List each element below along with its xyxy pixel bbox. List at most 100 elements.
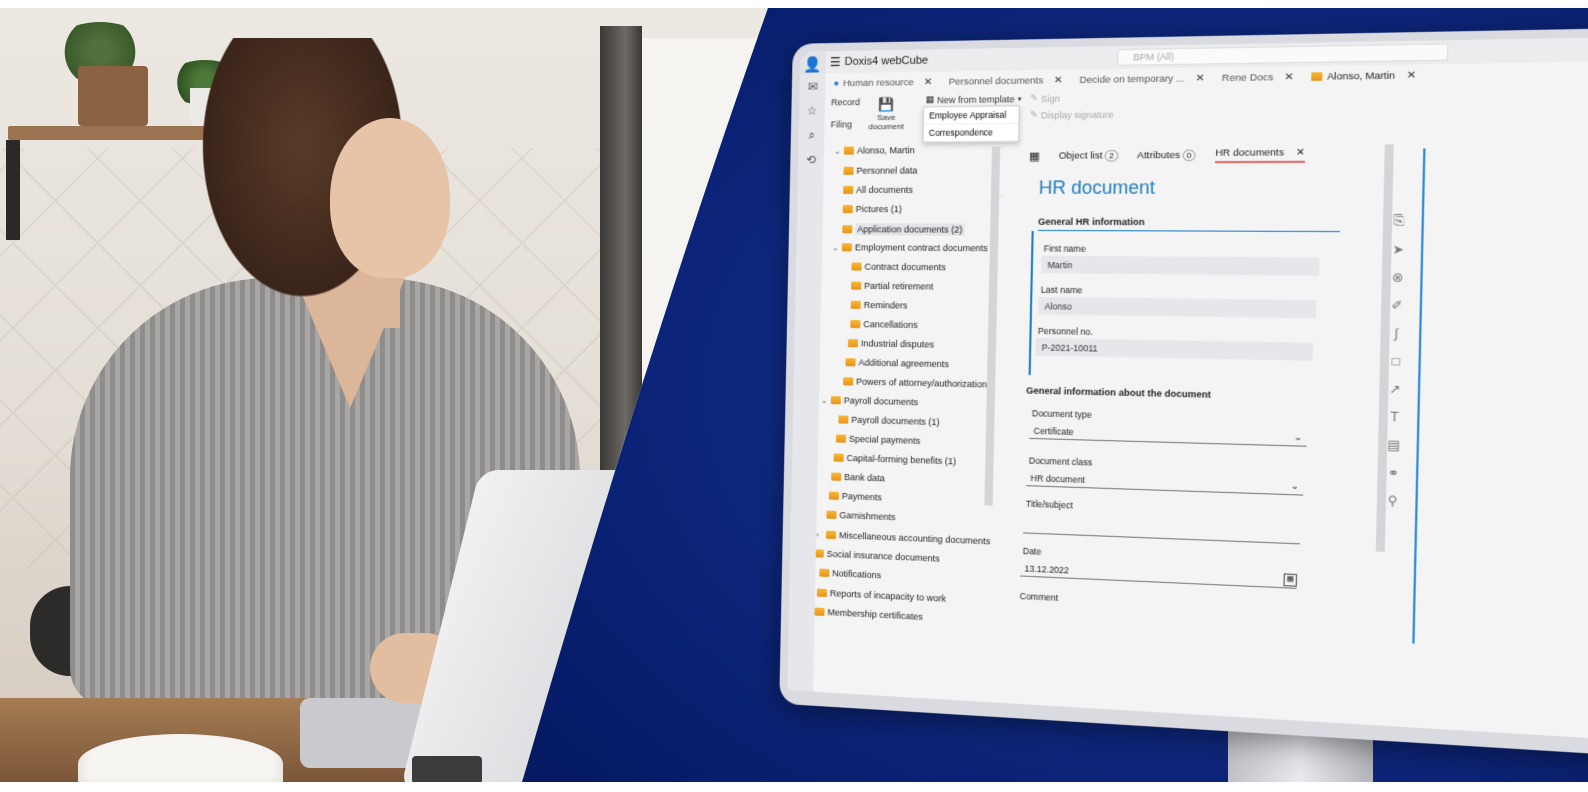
table-view-icon[interactable]: ▦ (1029, 149, 1040, 162)
record-button[interactable]: Record (831, 97, 860, 107)
document-type-select[interactable]: Certificate ⌄ (1029, 422, 1307, 447)
tree-item[interactable]: All documents (843, 185, 913, 195)
tree-label: Employment contract documents (854, 242, 988, 254)
text-icon[interactable]: T (1390, 409, 1399, 424)
close-icon[interactable]: ✕ (1054, 74, 1063, 85)
document-type-value: Certificate (1033, 425, 1074, 438)
main-tabs: ▦ Object list 2 Attributes 0 HR documents … (1029, 143, 1305, 167)
document-search-icon[interactable]: ⌕ (808, 128, 815, 143)
tree-item[interactable]: Industrial disputes (847, 338, 934, 350)
tab-hr-documents[interactable]: HR documents ✕ (1215, 146, 1305, 163)
folder-icon (842, 225, 853, 234)
tree-item[interactable]: Reports of incapacity to work (816, 588, 947, 604)
date-input[interactable]: 13.12.2022 (1020, 560, 1298, 589)
save-document-button[interactable]: 💾 Save document (868, 96, 904, 132)
menu-item-correspondence[interactable]: Correspondence (923, 123, 1019, 143)
search-input[interactable]: BPM (All) (1117, 43, 1449, 66)
chevron-down-icon[interactable]: ⌄ (834, 146, 841, 155)
close-icon[interactable]: ✕ (1284, 71, 1294, 83)
document-type-label: Document type (1031, 408, 1092, 420)
document-class-select[interactable]: HR document ⌄ (1026, 469, 1304, 496)
close-icon[interactable]: ✕ (1406, 69, 1416, 81)
tree-label: Special payments (848, 433, 921, 446)
tree-label: Pictures (1) (855, 204, 903, 215)
star-icon[interactable]: ☆ (807, 104, 818, 118)
menu-icon[interactable]: ☰ (830, 55, 841, 69)
tree-item[interactable]: Garnishments (826, 510, 896, 522)
personnel-no-value: P-2021-10011 (1041, 342, 1098, 354)
tree-label: Application documents (2) (855, 223, 965, 236)
tab-alonso-martin[interactable]: Alonso, Martin ✕ (1302, 64, 1425, 87)
main-panel: ▦ Object list 2 Attributes 0 HR documents … (1017, 142, 1375, 724)
tree-item-selected[interactable]: Application documents (2) (842, 223, 965, 236)
section-heading: General HR information (1037, 216, 1145, 228)
display-signature-button[interactable]: ✎ Display signature (1030, 109, 1114, 121)
tree-item[interactable]: Payments (828, 491, 882, 503)
calendar-icon[interactable]: ▦ (1283, 573, 1298, 587)
arrow-icon[interactable]: ↗ (1389, 382, 1401, 397)
filing-button[interactable]: Filing (831, 119, 853, 129)
tree-item[interactable]: Capital-forming benefits (1) (833, 452, 956, 466)
tab-attributes[interactable]: Attributes 0 (1137, 149, 1196, 161)
folder-icon (826, 510, 837, 519)
personnel-no-field[interactable]: P-2021-10011 (1035, 338, 1314, 361)
tree-label: Powers of attorney/authorizations (856, 376, 992, 390)
new-from-template-button[interactable]: ▦ New from template ▾ (925, 93, 1021, 105)
tree-label: Bank data (844, 471, 885, 484)
close-icon[interactable]: ✕ (1296, 146, 1305, 158)
tab-human-resource[interactable]: ● Human resource ✕ (825, 72, 940, 94)
tree-item[interactable]: Cancellations (850, 319, 918, 330)
tree-item[interactable]: ⌄Social insurance documents (813, 548, 940, 564)
tree-item[interactable]: Additional agreements (845, 357, 949, 369)
tree-item[interactable]: Partial retirement (851, 281, 933, 292)
keyboard (412, 756, 482, 782)
rectangle-icon[interactable]: □ (1392, 354, 1401, 369)
tree-item[interactable]: Powers of attorney/authorizations (843, 376, 992, 390)
tree-item[interactable]: ⌄ Employment contract documents (832, 242, 988, 253)
tree-item[interactable]: Membership certificates (814, 606, 923, 622)
inbox-icon[interactable]: ✉ (807, 79, 817, 93)
close-icon[interactable]: ✕ (924, 76, 933, 87)
history-icon[interactable]: ⟲ (806, 153, 816, 167)
tab-object-list[interactable]: Object list 2 (1059, 149, 1119, 161)
tree-item[interactable]: Payroll documents (1) (838, 414, 940, 428)
freehand-icon[interactable]: ∫ (1394, 326, 1398, 341)
link-icon[interactable]: ⚭ (1387, 465, 1399, 480)
tree-item[interactable]: Reminders (850, 300, 908, 311)
title-subject-input[interactable] (1023, 512, 1301, 545)
tree-item[interactable]: ⌄ Payroll documents (821, 395, 918, 407)
tree-item[interactable]: Special payments (835, 433, 921, 446)
cancel-circle-icon[interactable]: ⊗ (1392, 270, 1404, 285)
tab-decide-on-temporary[interactable]: Decide on temporary ... ✕ (1071, 67, 1214, 90)
tree-label: Payroll documents (1) (851, 414, 940, 428)
tree-item[interactable]: Pictures (1) (842, 204, 903, 215)
tree-item[interactable]: › Miscellaneous accounting documents (816, 529, 990, 547)
chevron-right-icon[interactable]: › (816, 530, 823, 539)
date-value: 13.12.2022 (1024, 563, 1070, 576)
close-icon[interactable]: ✕ (1195, 72, 1204, 84)
tree-item[interactable]: Notifications (819, 568, 881, 580)
pointer-icon[interactable]: ➤ (1392, 242, 1404, 257)
stamp-icon[interactable]: ⚲ (1388, 493, 1398, 508)
section-heading: General information about the document (1026, 385, 1212, 400)
last-name-field[interactable]: Alonso (1038, 296, 1317, 319)
chevron-down-icon[interactable]: ⌄ (821, 395, 828, 404)
tree-item[interactable]: Personnel data (843, 165, 918, 176)
folder-icon (851, 281, 862, 290)
tree-root[interactable]: ⌄ Alonso, Martin (834, 145, 915, 156)
tab-personnel-documents[interactable]: Personnel documents ✕ (940, 70, 1071, 92)
sign-button[interactable]: ✎ Sign (1030, 93, 1060, 105)
tree-item[interactable]: Contract documents (851, 261, 946, 272)
folder-icon (833, 453, 844, 462)
tree-label: Reports of incapacity to work (829, 588, 947, 604)
tab-label: HR documents (1215, 146, 1285, 159)
tree-item[interactable]: Bank data (831, 471, 885, 484)
page-icon[interactable]: ⎘ (1393, 213, 1404, 229)
brush-icon[interactable]: ✐ (1391, 298, 1403, 313)
tab-rene-docs[interactable]: Rene Docs ✕ (1213, 66, 1303, 88)
personnel-no-label: Personnel no. (1037, 325, 1093, 337)
first-name-field[interactable]: Martin (1041, 255, 1320, 276)
chevron-down-icon[interactable]: ⌄ (832, 243, 839, 252)
note-icon[interactable]: ▤ (1387, 437, 1400, 452)
menu-item-employee-appraisal[interactable]: Employee Appraisal (923, 106, 1019, 125)
